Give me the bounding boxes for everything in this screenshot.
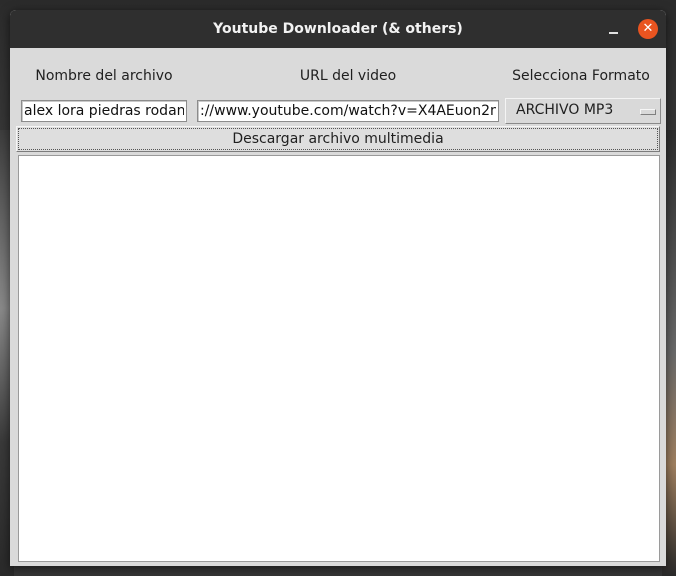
output-text-area[interactable] <box>18 155 660 562</box>
window-title: Youtube Downloader (& others) <box>213 21 463 37</box>
url-label: URL del video <box>299 68 397 84</box>
filename-label: Nombre del archivo <box>35 68 173 84</box>
main-content: Nombre del archivo URL del video Selecci… <box>10 48 666 566</box>
minimize-icon[interactable] <box>604 20 624 40</box>
close-icon[interactable]: ✕ <box>638 19 658 39</box>
download-button[interactable]: Descargar archivo multimedia <box>16 126 660 152</box>
option-menu-indicator-icon <box>640 109 656 115</box>
filename-input[interactable] <box>21 100 187 122</box>
title-bar[interactable]: Youtube Downloader (& others) ✕ <box>10 10 666 48</box>
format-selected-value: ARCHIVO MP3 <box>516 102 614 118</box>
url-input[interactable] <box>197 100 499 122</box>
app-window: Youtube Downloader (& others) ✕ Nombre d… <box>10 10 666 566</box>
format-label: Selecciona Formato <box>512 68 650 84</box>
format-select[interactable]: ARCHIVO MP3 <box>505 98 661 124</box>
